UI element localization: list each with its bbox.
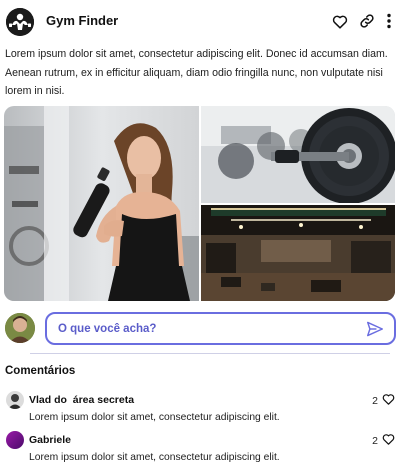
more-vertical-icon[interactable] bbox=[379, 11, 399, 31]
comment-text: Lorem ipsum dolor sit amet, consectetur … bbox=[29, 412, 280, 423]
comment-like-count: 2 bbox=[372, 435, 378, 447]
comment-input[interactable] bbox=[58, 320, 348, 338]
comment-author-avatar bbox=[6, 431, 24, 449]
comment-author: Vlad do área secreta bbox=[29, 394, 135, 406]
app-title: Gym Finder bbox=[46, 13, 119, 28]
weight-plates-photo[interactable] bbox=[201, 106, 395, 203]
gym-logo-icon bbox=[6, 8, 34, 36]
gym-interior-photo[interactable] bbox=[201, 205, 395, 301]
app-header: Gym Finder bbox=[0, 0, 401, 42]
heart-icon[interactable] bbox=[330, 11, 350, 31]
comment-input-box[interactable] bbox=[45, 312, 396, 345]
section-divider bbox=[30, 353, 390, 354]
woman-drinking-water-photo[interactable] bbox=[4, 106, 199, 301]
comment-item: Vlad do área secreta 2 Lorem ipsum dolor… bbox=[0, 391, 401, 431]
comment-text: Lorem ipsum dolor sit amet, consectetur … bbox=[29, 452, 280, 463]
comments-title: Comentários bbox=[5, 365, 76, 377]
send-icon[interactable] bbox=[365, 320, 385, 338]
heart-icon bbox=[382, 432, 395, 450]
link-icon[interactable] bbox=[357, 11, 377, 31]
heart-icon bbox=[382, 392, 395, 410]
comment-author: Gabriele bbox=[29, 434, 72, 446]
comment-like-button[interactable]: 2 bbox=[372, 432, 395, 450]
post-description: Lorem ipsum dolor sit amet, consectetur … bbox=[5, 48, 388, 97]
comment-author-avatar bbox=[6, 391, 24, 409]
comment-like-button[interactable]: 2 bbox=[372, 392, 395, 410]
current-user-avatar bbox=[5, 313, 35, 343]
comment-item: Gabriele 2 Lorem ipsum dolor sit amet, c… bbox=[0, 431, 401, 468]
comment-like-count: 2 bbox=[372, 395, 378, 407]
photo-gallery[interactable] bbox=[4, 106, 395, 301]
